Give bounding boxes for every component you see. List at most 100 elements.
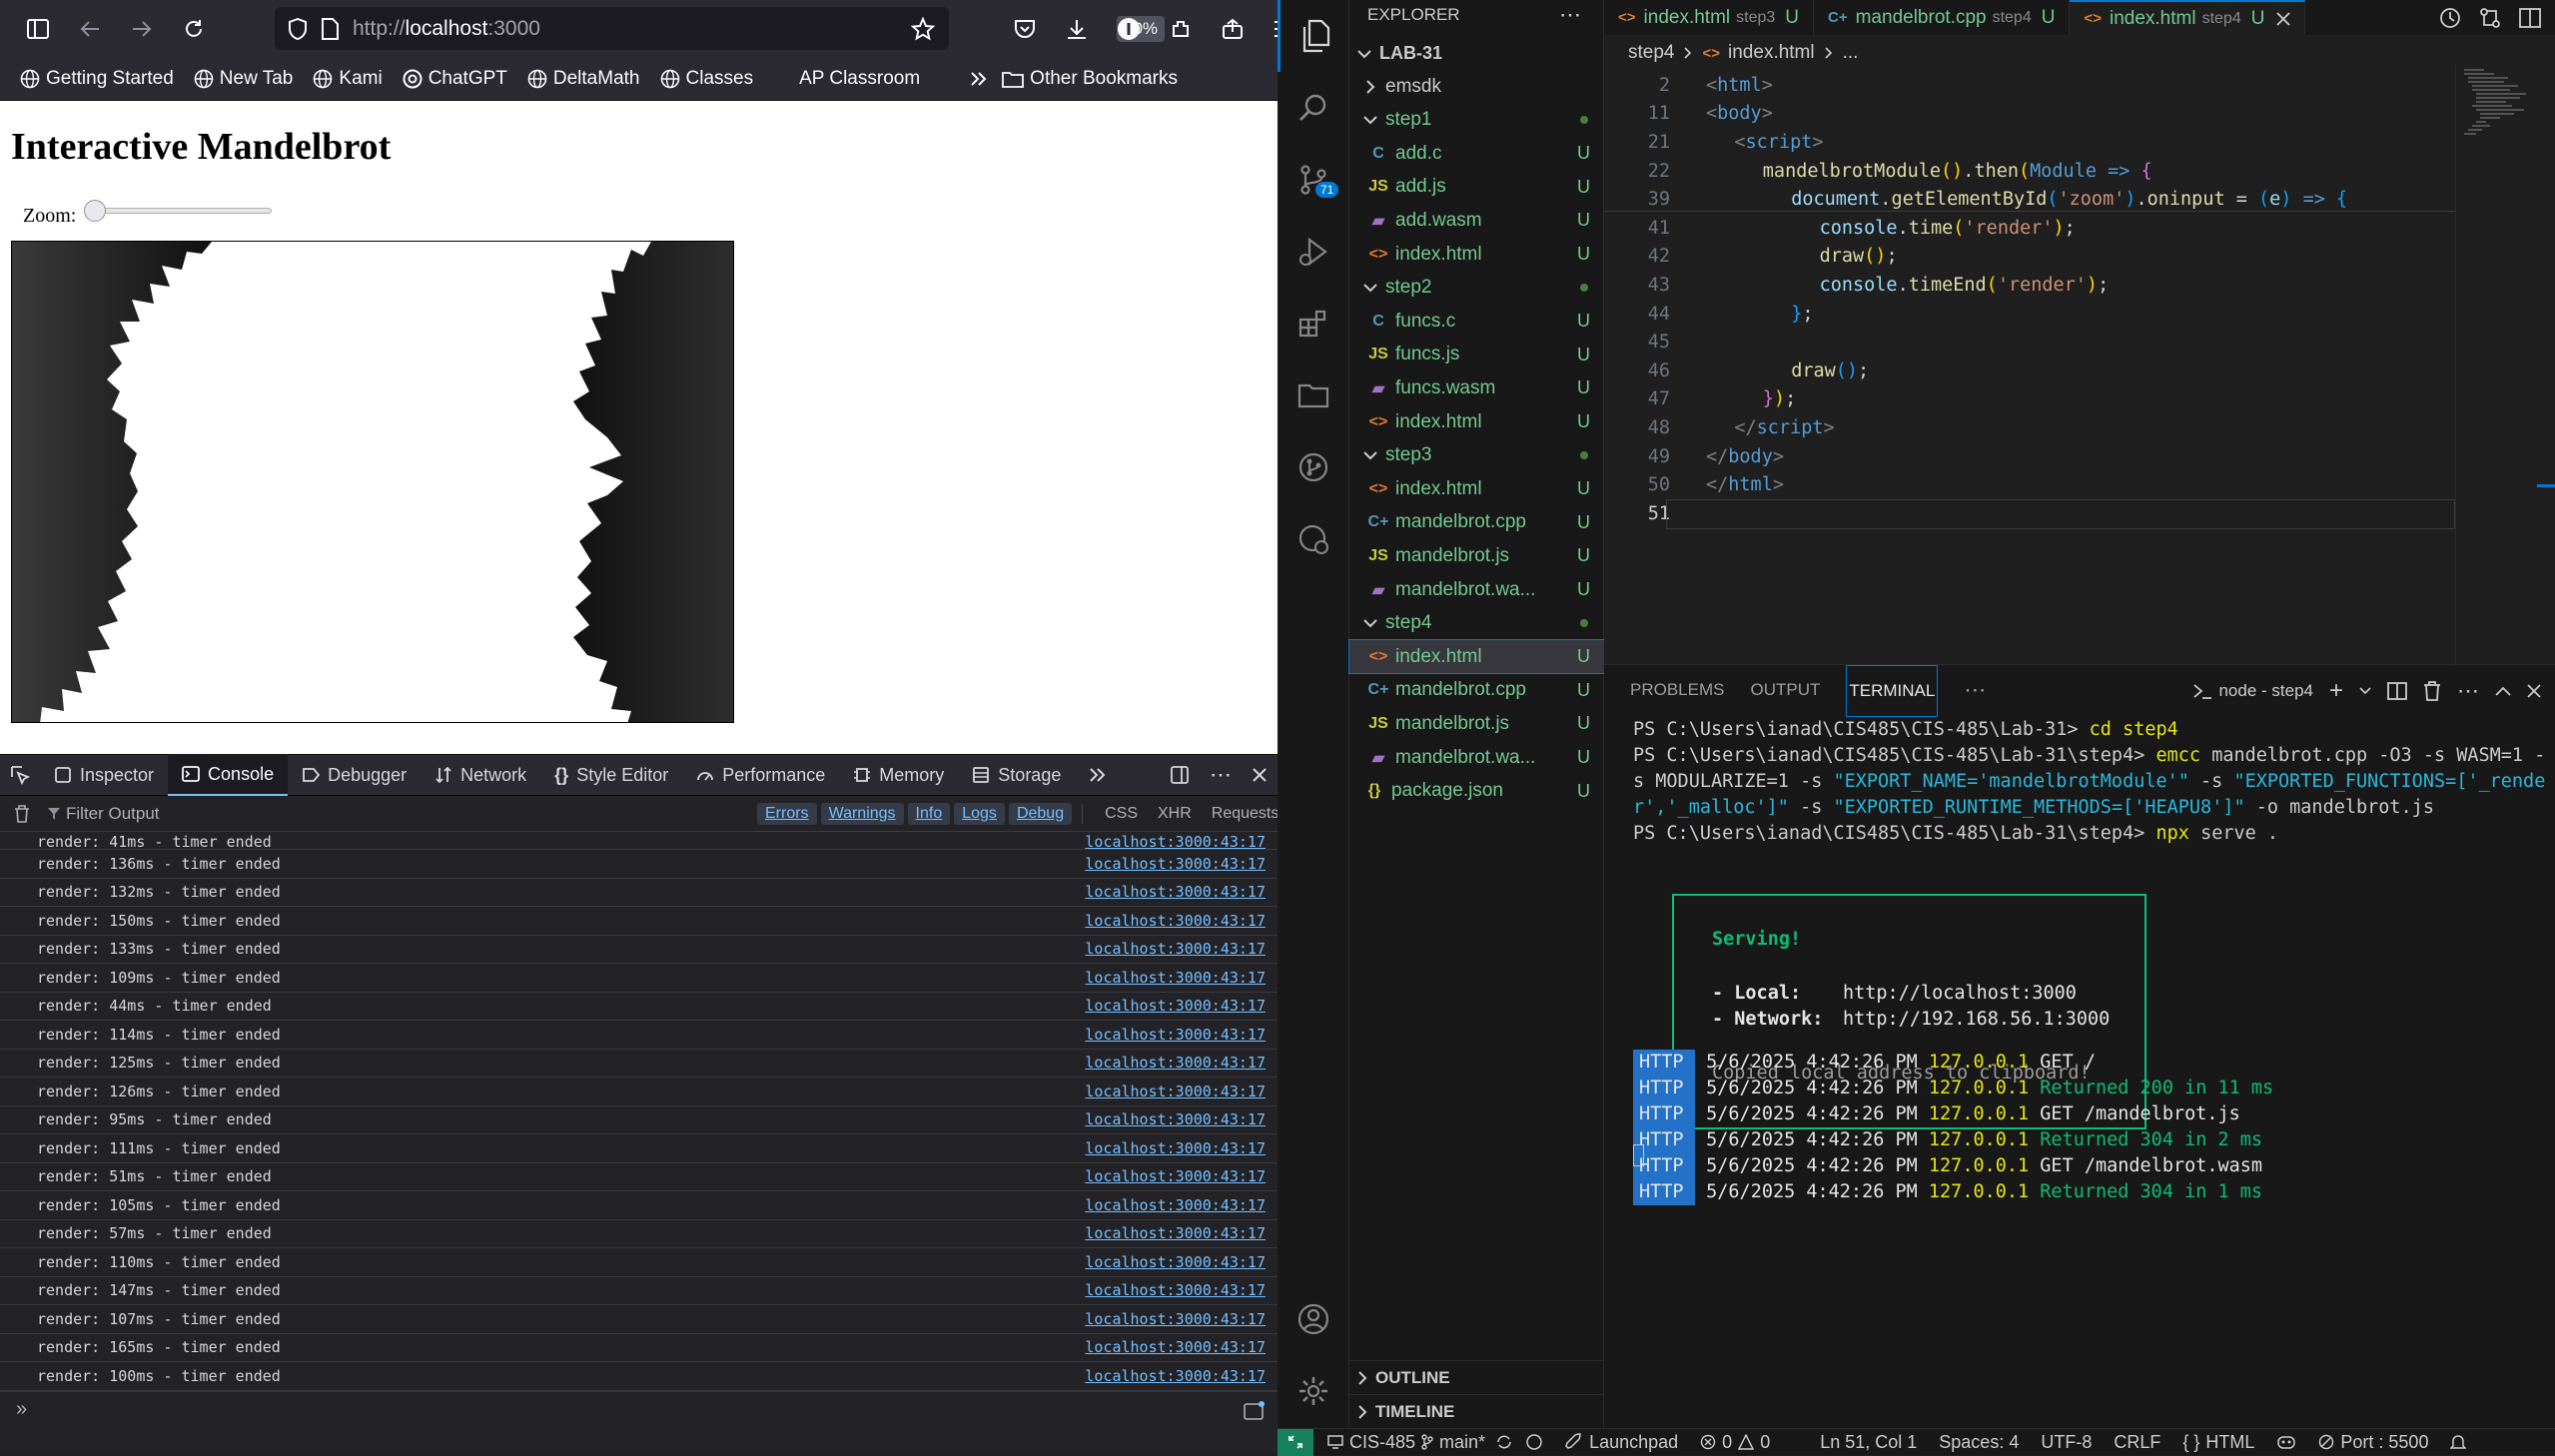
folder-item[interactable]: step2 — [1349, 272, 1604, 305]
timeline-section[interactable]: TIMELINE — [1349, 1394, 1604, 1428]
tab-performance[interactable]: Performance — [682, 754, 839, 796]
filter-info[interactable]: Info — [907, 802, 951, 825]
log-source-link[interactable]: localhost:3000:43:17 — [1085, 1338, 1266, 1356]
filter-warnings[interactable]: Warnings — [820, 802, 904, 825]
bookmark-new-tab[interactable]: New Tab — [194, 68, 293, 90]
filter-requests[interactable]: Requests — [1204, 803, 1287, 825]
status-launchpad[interactable]: Launchpad — [1565, 1432, 1678, 1453]
kill-terminal-icon[interactable] — [2423, 681, 2441, 701]
file-item[interactable]: <> index.html U — [1348, 639, 1605, 675]
more-tools-icon[interactable] — [1075, 754, 1121, 796]
folder-item[interactable]: step1 — [1349, 104, 1604, 137]
filter-css[interactable]: CSS — [1097, 803, 1146, 825]
mandelbrot-canvas[interactable] — [11, 241, 734, 723]
tab-storage[interactable]: Storage — [958, 754, 1075, 796]
log-source-link[interactable]: localhost:3000:43:17 — [1085, 1167, 1266, 1185]
status-indentation[interactable]: Spaces: 4 — [1939, 1432, 2019, 1453]
search-icon[interactable] — [1278, 72, 1349, 144]
log-source-link[interactable]: localhost:3000:43:17 — [1085, 1196, 1266, 1214]
tab-console[interactable]: Console — [168, 754, 289, 796]
trash-icon[interactable] — [14, 804, 30, 823]
bookmarks-overflow-icon[interactable] — [970, 71, 988, 87]
file-item[interactable]: C+ mandelbrot.cpp U — [1349, 674, 1604, 707]
tab-debugger[interactable]: Debugger — [288, 754, 421, 796]
log-source-link[interactable]: localhost:3000:43:17 — [1085, 1054, 1266, 1072]
status-cursor-position[interactable]: Ln 51, Col 1 — [1820, 1432, 1917, 1453]
tab-inspector[interactable]: Inspector — [40, 754, 168, 796]
tab-problems[interactable]: PROBLEMS — [1630, 665, 1724, 717]
editor-tab[interactable]: C+ mandelbrot.cpp step4 U — [1814, 0, 2071, 35]
pocket-icon[interactable] — [999, 3, 1051, 55]
workspace-root[interactable]: LAB-31 — [1349, 37, 1604, 70]
log-source-link[interactable]: localhost:3000:43:17 — [1085, 834, 1266, 851]
status-encoding[interactable]: UTF-8 — [2041, 1432, 2092, 1453]
sidebar-toggle-icon[interactable] — [12, 3, 64, 55]
remote-indicator-icon[interactable] — [1278, 1428, 1313, 1456]
folder-item[interactable]: step4 — [1349, 607, 1604, 640]
folder-icon[interactable] — [1278, 360, 1349, 431]
filter-output-input[interactable]: Filter Output — [48, 804, 160, 824]
close-panel-icon[interactable] — [2527, 684, 2541, 698]
file-item[interactable]: JS mandelbrot.js U — [1349, 707, 1604, 740]
log-source-link[interactable]: localhost:3000:43:17 — [1085, 1139, 1266, 1157]
log-source-link[interactable]: localhost:3000:43:17 — [1085, 997, 1266, 1015]
file-item[interactable]: ▰ funcs.wasm U — [1349, 371, 1604, 404]
close-devtools-icon[interactable] — [1252, 767, 1268, 783]
bookmark-star-icon[interactable] — [911, 17, 935, 41]
outline-section[interactable]: OUTLINE — [1349, 1360, 1604, 1394]
status-problems[interactable]: 00 — [1700, 1432, 1770, 1453]
bookmark-classes[interactable]: Classes — [660, 68, 753, 90]
bookmark-chatgpt[interactable]: ChatGPT — [403, 68, 507, 90]
minimap[interactable] — [2455, 65, 2555, 664]
file-item[interactable]: {} package.json U — [1349, 775, 1604, 808]
file-item[interactable]: Cadd.c U — [1349, 137, 1604, 170]
log-source-link[interactable]: localhost:3000:43:17 — [1085, 940, 1266, 958]
split-editor-icon[interactable] — [2519, 7, 2541, 28]
git-graph-icon[interactable] — [1278, 431, 1349, 503]
terminal-instance[interactable]: node - step4 — [2192, 681, 2313, 701]
log-source-link[interactable]: localhost:3000:43:17 — [1085, 1026, 1266, 1044]
status-repo[interactable]: CIS-485 — [1327, 1432, 1415, 1453]
log-source-link[interactable]: localhost:3000:43:17 — [1085, 855, 1266, 873]
breadcrumb-symbol[interactable]: ... — [1843, 42, 1859, 64]
settings-gear-icon[interactable] — [1278, 1355, 1349, 1427]
panel-more-icon[interactable]: ⋯ — [1964, 665, 1986, 717]
dock-icon[interactable] — [1170, 765, 1190, 785]
file-item[interactable]: C+ mandelbrot.cpp U — [1349, 506, 1604, 539]
log-source-link[interactable]: localhost:3000:43:17 — [1085, 969, 1266, 987]
shield-icon[interactable] — [289, 17, 307, 40]
extensions-icon[interactable] — [1155, 3, 1207, 55]
other-bookmarks[interactable]: Other Bookmarks — [1002, 68, 1178, 90]
share-icon[interactable] — [1207, 3, 1259, 55]
zoom-slider[interactable] — [86, 208, 272, 214]
log-source-link[interactable]: localhost:3000:43:17 — [1085, 1224, 1266, 1242]
tab-network[interactable]: Network — [421, 754, 540, 796]
file-item[interactable]: <> index.html U — [1349, 405, 1604, 438]
compare-changes-icon[interactable] — [2479, 7, 2501, 29]
git-graph-status-icon[interactable] — [1525, 1433, 1543, 1451]
source-control-icon[interactable]: 71 — [1278, 144, 1349, 216]
account-icon[interactable] — [1103, 3, 1155, 55]
file-item[interactable]: ▰ add.wasm U — [1349, 204, 1604, 237]
log-source-link[interactable]: localhost:3000:43:17 — [1085, 1281, 1266, 1299]
file-item[interactable]: JS add.js U — [1349, 171, 1604, 204]
file-item[interactable]: <> index.html U — [1349, 238, 1604, 271]
zoom-slider-thumb[interactable] — [84, 200, 106, 222]
editor-tab[interactable]: <> index.html step4 U — [2070, 0, 2306, 35]
log-source-link[interactable]: localhost:3000:43:17 — [1085, 1083, 1266, 1100]
tab-output[interactable]: OUTPUT — [1750, 665, 1820, 717]
folder-item[interactable]: step3 — [1349, 439, 1604, 472]
console-input[interactable]: » — [0, 1391, 1278, 1431]
explorer-more-icon[interactable]: ⋯ — [1559, 2, 1581, 28]
file-item[interactable]: <> index.html U — [1349, 472, 1604, 505]
code-editor[interactable]: 2 <html> 11 <body> 21 <script> 22 mandelbrotMod… — [1604, 71, 2555, 528]
log-source-link[interactable]: localhost:3000:43:17 — [1085, 883, 1266, 901]
more-options-icon[interactable]: ⋯ — [1210, 762, 1232, 788]
copilot-icon[interactable] — [2276, 1434, 2296, 1450]
explorer-icon[interactable] — [1278, 0, 1349, 72]
split-terminal-icon[interactable] — [2387, 682, 2407, 700]
terminal-output[interactable]: PS C:\Users\ianad\CIS485\CIS-485\Lab-31>… — [1604, 717, 2555, 847]
log-source-link[interactable]: localhost:3000:43:17 — [1085, 1110, 1266, 1128]
filter-debug[interactable]: Debug — [1008, 802, 1073, 825]
sync-icon[interactable] — [1495, 1433, 1513, 1451]
